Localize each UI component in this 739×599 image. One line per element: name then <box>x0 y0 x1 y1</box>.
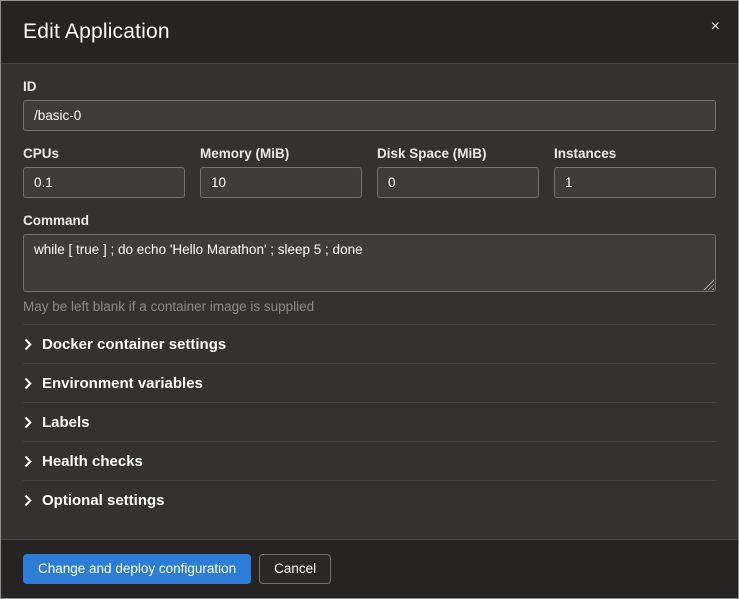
section-health-checks[interactable]: Health checks <box>23 441 716 480</box>
cancel-button[interactable]: Cancel <box>259 554 331 584</box>
section-label: Environment variables <box>42 375 203 392</box>
command-field-group: Command while [ true ] ; do echo 'Hello … <box>23 213 716 314</box>
section-label: Optional settings <box>42 492 165 509</box>
disk-field-group: Disk Space (MiB) <box>377 146 539 198</box>
close-icon[interactable]: × <box>707 15 724 39</box>
cpus-label: CPUs <box>23 146 185 161</box>
section-labels[interactable]: Labels <box>23 402 716 441</box>
chevron-right-icon <box>24 455 32 468</box>
command-help-text: May be left blank if a container image i… <box>23 299 716 314</box>
change-and-deploy-button[interactable]: Change and deploy configuration <box>23 554 251 584</box>
chevron-right-icon <box>24 377 32 390</box>
section-label: Docker container settings <box>42 336 226 353</box>
section-optional-settings[interactable]: Optional settings <box>23 480 716 519</box>
modal-footer: Change and deploy configuration Cancel <box>1 539 738 598</box>
id-label: ID <box>23 79 716 94</box>
memory-label: Memory (MiB) <box>200 146 362 161</box>
edit-application-modal: Edit Application × ID CPUs Memory (MiB) … <box>0 0 739 599</box>
memory-field-group: Memory (MiB) <box>200 146 362 198</box>
accordion-sections: Docker container settings Environment va… <box>23 324 716 539</box>
command-label: Command <box>23 213 716 228</box>
command-textarea[interactable]: while [ true ] ; do echo 'Hello Marathon… <box>23 234 716 292</box>
resources-row: CPUs Memory (MiB) Disk Space (MiB) Insta… <box>23 146 716 198</box>
id-field-group: ID <box>23 79 716 131</box>
section-label: Labels <box>42 414 90 431</box>
instances-field-group: Instances <box>554 146 716 198</box>
modal-header: Edit Application × <box>1 1 738 64</box>
section-docker-container-settings[interactable]: Docker container settings <box>23 324 716 363</box>
chevron-right-icon <box>24 338 32 351</box>
chevron-right-icon <box>24 494 32 507</box>
modal-body: ID CPUs Memory (MiB) Disk Space (MiB) In… <box>1 64 738 539</box>
section-label: Health checks <box>42 453 143 470</box>
cpus-input[interactable] <box>23 167 185 198</box>
cpus-field-group: CPUs <box>23 146 185 198</box>
disk-input[interactable] <box>377 167 539 198</box>
modal-title: Edit Application <box>23 20 170 44</box>
instances-input[interactable] <box>554 167 716 198</box>
section-environment-variables[interactable]: Environment variables <box>23 363 716 402</box>
id-input[interactable] <box>23 100 716 131</box>
instances-label: Instances <box>554 146 716 161</box>
memory-input[interactable] <box>200 167 362 198</box>
disk-label: Disk Space (MiB) <box>377 146 539 161</box>
chevron-right-icon <box>24 416 32 429</box>
